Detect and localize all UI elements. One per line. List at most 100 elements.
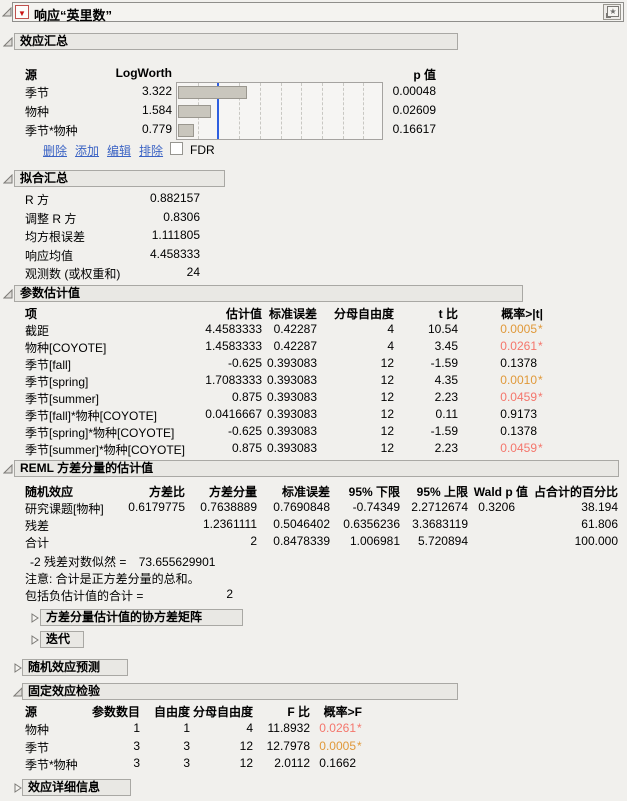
param-cell: 0.393083 [266,441,317,455]
param-cell: -1.59 [430,424,458,438]
fixed-cell: 1 [133,721,140,735]
red-triangle-menu-button[interactable]: ▼ [15,5,29,19]
fixed-header-cell: 自由度 [153,705,190,719]
param-cell: 0.1378 [500,356,537,370]
reml-cell: 3.3683119 [412,517,468,531]
param-cell: 12 [380,407,394,421]
neg2loglik-value: 73.655629901 [138,555,216,569]
section-header-fixed-effect-tests[interactable]: 固定效应检验 [22,683,458,700]
gridline [301,83,303,139]
param-cell: 0.0459 [500,441,537,455]
param-cell: 季节[fall]*物种[COYOTE] [25,409,158,423]
disclosure-closed-icon[interactable] [30,635,40,645]
reml-cell: 0.5046402 [273,517,330,531]
reml-cell: 0.6179775 [128,500,185,514]
section-header-effect-details[interactable]: 效应详细信息 [22,779,131,796]
page-fold-icon [606,13,611,18]
reml-header-cell: 95% 下限 [348,485,400,499]
section-header-param-estimates[interactable]: 参数估计值 [14,285,523,302]
fit-summary-cell: 0.882157 [149,191,200,205]
param-cell: 4 [387,322,394,336]
disclosure-open-icon[interactable] [3,464,13,474]
param-cell: 季节[summer]*物种[COYOTE] [25,443,186,457]
section-header-iterations[interactable]: 迭代 [40,631,84,648]
reml-cell: 0.8478339 [273,534,330,548]
param-cell: 3.45 [434,339,458,353]
gridline [363,83,365,139]
reml-cell: 研究课题[物种] [25,502,104,516]
param-cell: 0.875 [231,390,262,404]
section-header-reml[interactable]: REML 方差分量的估计值 [14,460,619,477]
param-cell: 0.393083 [266,407,317,421]
param-cell: -0.625 [227,424,262,438]
param-cell: 物种[COYOTE] [25,341,107,355]
add-link[interactable]: 添加 [75,142,99,159]
reml-header-cell: 占合计的百分比 [533,485,618,499]
neg2loglik-label: -2 残差对数似然 = [30,555,127,569]
neg2loglik-line: -2 残差对数似然 = 73.655629901 [30,553,215,570]
param-cell: 0.42287 [273,322,317,336]
p-value: 0.16617 [392,122,436,136]
fixed-header-cell: F 比 [287,705,310,719]
reml-cell: 合计 [25,536,50,550]
section-header-effect-summary[interactable]: 效应汇总 [14,33,458,50]
reml-cell: 1.2361111 [202,517,257,531]
fixed-header-cell: 分母自由度 [192,705,253,719]
exclude-link[interactable]: 排除 [139,142,163,159]
fit-summary-cell: 0.8306 [163,209,200,224]
fit-summary-cell: 响应均值 [25,248,74,263]
disclosure-closed-icon[interactable] [30,613,40,623]
reml-cell: -0.74349 [352,500,400,514]
reml-header-cell: Wald p 值 [473,485,528,499]
param-significance-asterisk: * [538,322,543,336]
fixed-significance-asterisk: * [357,738,362,753]
disclosure-open-icon[interactable] [3,289,13,299]
remove-link[interactable]: 删除 [43,142,67,159]
reml-cell: 0.7638889 [200,500,257,514]
logworth-bar [178,86,247,99]
col-header-logworth: LogWorth [115,66,172,80]
disclosure-open-icon[interactable] [2,7,12,17]
section-header-random-effect-pred[interactable]: 随机效应预测 [22,659,128,676]
edit-link[interactable]: 编辑 [107,142,131,159]
param-cell: -0.625 [227,356,262,370]
param-cell: 季节[summer] [25,392,100,406]
p-value: 0.02609 [392,103,436,117]
bookmark-star-button[interactable]: ★ [603,4,621,20]
param-cell: 0.875 [231,441,262,455]
fdr-label: FDR [190,143,215,157]
param-significance-asterisk: * [538,390,543,404]
fixed-cell: 12 [239,756,253,770]
reml-cell: 2 [250,534,257,548]
reml-cell: 5.720894 [417,534,468,548]
param-cell: 0.0459 [500,390,537,404]
param-cell: 0.393083 [266,390,317,404]
fixed-cell: 3 [183,738,190,753]
section-header-fit-summary[interactable]: 拟合汇总 [14,170,225,187]
p-value: 0.00048 [392,84,436,98]
param-cell: 0.42287 [273,339,317,353]
reml-cell: 0.6356236 [343,517,400,531]
gridline [321,83,323,139]
jmp-report-window: ▼ 响应“英里数” ★ 效应汇总 源 LogWorth p 值 季节 3.322 0… [0,0,627,801]
fit-summary-cell: R 方 [25,193,50,207]
fixed-cell: 3 [183,756,190,770]
disclosure-open-icon[interactable] [3,174,13,184]
param-header-cell: 标准误差 [268,307,317,321]
param-cell: 1.4583333 [205,339,262,353]
fit-summary-cell: 1.111805 [151,228,200,242]
fixed-cell: 3 [133,756,140,770]
fdr-checkbox[interactable] [170,142,183,155]
fixed-cell: 季节 [25,740,50,755]
param-cell: 2.23 [434,441,458,455]
param-cell: 12 [380,424,394,438]
disclosure-open-icon[interactable] [3,37,13,47]
fixed-cell: 12 [239,738,253,753]
param-cell: 12 [380,373,394,387]
reml-cell: 2.2712674 [411,500,468,514]
logworth-bar [178,124,195,137]
gridline [342,83,344,139]
section-header-cov-matrix[interactable]: 方差分量估计值的协方差矩阵 [40,609,243,626]
total-incl-value: 2 [226,587,233,601]
param-cell: 12 [380,441,394,455]
